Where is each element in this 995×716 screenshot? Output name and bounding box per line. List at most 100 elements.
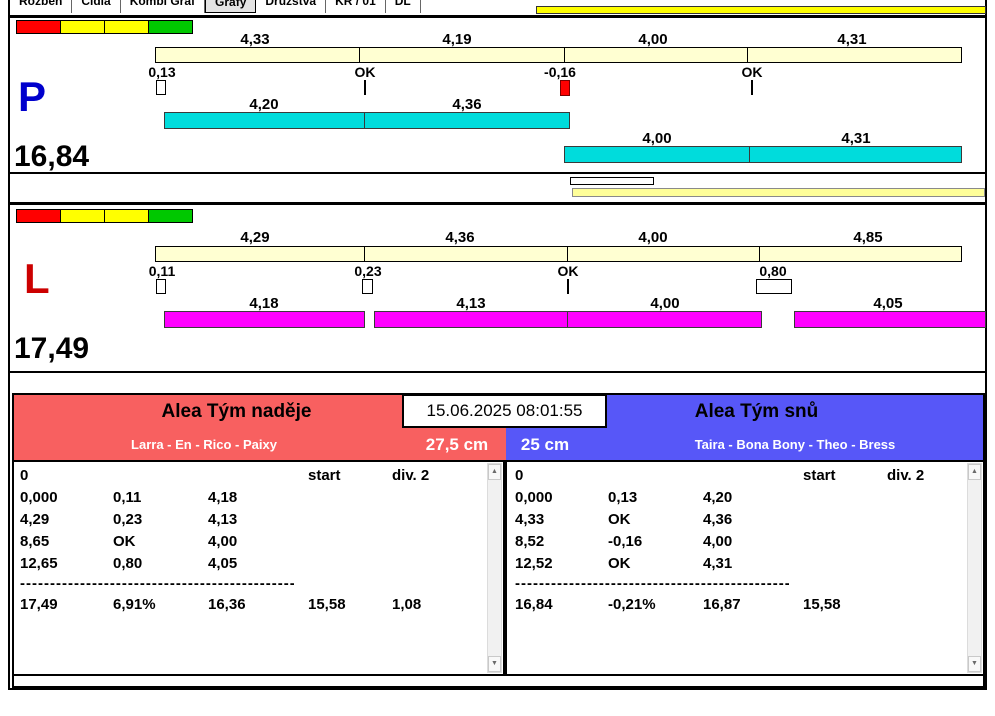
bar-segment <box>365 247 568 261</box>
scrollbar-left[interactable]: ▲ ▼ <box>487 463 502 673</box>
run-time-label: 4,31 <box>841 130 871 147</box>
scroll-up-icon[interactable]: ▲ <box>488 464 501 480</box>
tab-dl[interactable]: DL <box>386 0 421 13</box>
scroll-up-icon[interactable]: ▲ <box>968 464 981 480</box>
cell: -0,21% <box>608 595 656 613</box>
timing-application: Rozbeh Cidla Kombi Graf Grafy Družstva K… <box>0 0 995 716</box>
cell: 16,87 <box>703 595 741 613</box>
lane-l-run-bar-2 <box>374 311 762 328</box>
list-row-separator: ----------------------------------------… <box>515 574 973 593</box>
cell: 15,58 <box>308 595 346 613</box>
cell: div. 2 <box>887 466 925 484</box>
split-time-label: 4,33 <box>240 31 270 48</box>
split-time-label: 4,36 <box>445 229 475 246</box>
tab-grafy[interactable]: Grafy <box>205 0 257 13</box>
run-time-label: 4,00 <box>650 295 680 312</box>
bar-segment <box>795 312 985 327</box>
exchange-marker-box <box>362 279 373 294</box>
divider-line <box>8 15 987 18</box>
status-light-yellow <box>60 209 105 223</box>
tab-kr-01[interactable]: KR / 01 <box>326 0 386 13</box>
list-row[interactable]: 0,000 0,13 4,20 <box>515 486 973 508</box>
lane-l-total-time: 17,49 <box>14 332 90 365</box>
top-yellow-bar <box>536 6 986 14</box>
bar-segment <box>375 312 568 327</box>
bar-segment <box>156 247 365 261</box>
cell: 4,05 <box>208 554 238 572</box>
bar-segment <box>760 247 961 261</box>
bar-segment <box>360 48 565 62</box>
list-row-separator: ----------------------------------------… <box>20 574 478 593</box>
exchange-mark-label: 0,13 <box>148 64 176 80</box>
exchange-mark-label: 0,80 <box>759 263 787 279</box>
cell: 4,18 <box>208 488 238 506</box>
cell: 0 <box>515 466 524 484</box>
list-row[interactable]: 8,52 -0,16 4,00 <box>515 530 973 552</box>
cell: 16,36 <box>208 595 246 613</box>
split-time-label: 4,00 <box>638 229 668 246</box>
run-time-label: 4,20 <box>249 96 279 113</box>
cell: 0,23 <box>113 510 143 528</box>
separator-dashes: ----------------------------------------… <box>20 575 294 592</box>
status-light-yellow <box>104 209 149 223</box>
list-row[interactable]: 0,000 0,11 4,18 <box>20 486 478 508</box>
tab-druzstva[interactable]: Družstva <box>256 0 327 13</box>
status-light-green <box>148 209 193 223</box>
list-row[interactable]: 12,52 OK 4,31 <box>515 552 973 574</box>
run-time-label: 4,36 <box>452 96 482 113</box>
bar-segment <box>568 312 761 327</box>
exchange-mark-label: OK <box>557 263 579 279</box>
cell: 4,33 <box>515 510 545 528</box>
lane-l-letter: L <box>24 255 50 302</box>
cell: start <box>308 466 341 484</box>
cell: 6,91% <box>113 595 156 613</box>
list-row[interactable]: 12,65 0,80 4,05 <box>20 552 478 574</box>
results-table-right: 0 start div. 2 0,000 0,13 4,20 4,33 OK 4… <box>515 464 973 615</box>
cell: 0,80 <box>113 554 143 572</box>
exchange-marker-fault <box>560 80 570 96</box>
scroll-down-icon[interactable]: ▼ <box>488 656 501 672</box>
run-time-label: 4,13 <box>456 295 486 312</box>
list-row-total[interactable]: 17,49 6,91% 16,36 15,58 1,08 <box>20 593 478 615</box>
cell: 0,13 <box>608 488 638 506</box>
lane-p-letter: P <box>18 73 47 120</box>
list-row[interactable]: 0 start div. 2 <box>515 464 973 486</box>
list-row[interactable]: 0 start div. 2 <box>20 464 478 486</box>
status-light-green <box>148 20 193 34</box>
lane-p-total-time: 16,84 <box>14 140 90 173</box>
list-row[interactable]: 4,29 0,23 4,13 <box>20 508 478 530</box>
exchange-mark-label: 0,23 <box>354 263 382 279</box>
cell: div. 2 <box>392 466 430 484</box>
tab-cidla[interactable]: Cidla <box>72 0 121 13</box>
bar-segment <box>156 48 360 62</box>
run-time-label: 4,00 <box>642 130 672 147</box>
cell: start <box>803 466 836 484</box>
exchange-marker-box <box>156 279 166 294</box>
tab-rozbeh[interactable]: Rozbeh <box>10 0 73 13</box>
cell: 0,11 <box>113 488 142 506</box>
split-time-label: 4,29 <box>240 229 270 246</box>
run-time-label: 4,05 <box>873 295 903 312</box>
separator-dashes: ----------------------------------------… <box>515 575 789 592</box>
scrollbar-right[interactable]: ▲ ▼ <box>967 463 982 673</box>
cell: 1,08 <box>392 595 422 613</box>
cell: 4,36 <box>703 510 733 528</box>
lane-l-split-bar <box>155 246 962 262</box>
lane-l-run-bar-1 <box>164 311 365 328</box>
cell: OK <box>608 510 631 528</box>
exchange-marker-tick <box>567 279 569 294</box>
divider-line <box>8 371 987 373</box>
cell: -0,16 <box>608 532 643 550</box>
divider-line <box>503 462 507 674</box>
scroll-down-icon[interactable]: ▼ <box>968 656 981 672</box>
cell: 4,31 <box>703 554 733 572</box>
lane-p-status-lights <box>16 20 193 34</box>
status-light-red <box>16 209 61 223</box>
list-row[interactable]: 8,65 OK 4,00 <box>20 530 478 552</box>
bar-segment <box>165 312 364 327</box>
cell: OK <box>113 532 136 550</box>
list-row[interactable]: 4,33 OK 4,36 <box>515 508 973 530</box>
aux-yellow-bar <box>572 188 985 197</box>
tab-kombi-graf[interactable]: Kombi Graf <box>121 0 206 13</box>
list-row-total[interactable]: 16,84 -0,21% 16,87 15,58 <box>515 593 973 615</box>
